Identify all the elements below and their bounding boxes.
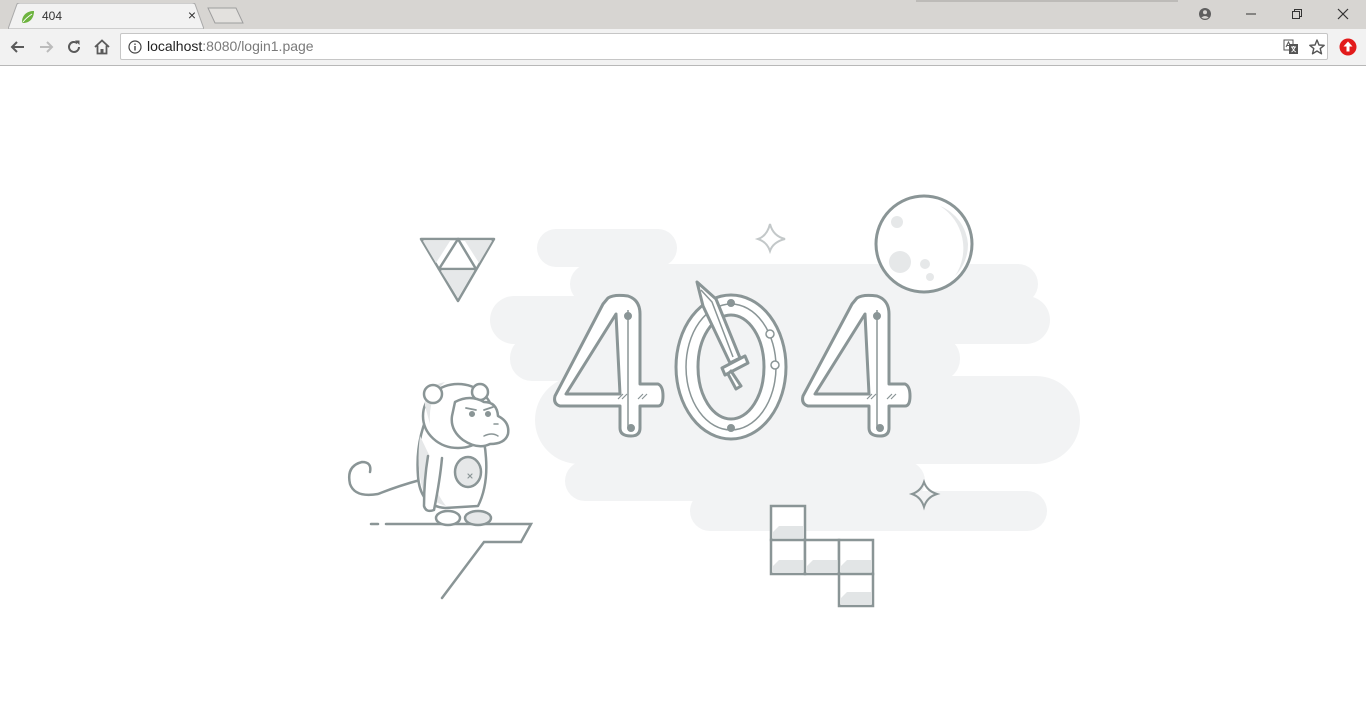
error-404-illustration: 404 [348,194,1080,608]
home-icon [94,39,110,55]
new-tab-button[interactable] [207,7,245,24]
tab-shape [8,3,204,29]
triangle-shape [419,237,496,303]
profile-icon[interactable] [1196,5,1214,23]
minimize-icon [1246,13,1256,15]
reload-icon [68,40,80,53]
back-button[interactable] [6,35,30,59]
address-bar[interactable]: localhost:8080/login1.page [120,33,1328,60]
spring-leaf-icon [22,11,34,23]
toolbar: localhost:8080/login1.page [0,29,1366,66]
home-button[interactable] [90,35,114,59]
browser-window: 404 × localhost:8080/login1.page [0,0,1366,723]
moon-shape [874,194,974,294]
tab-close-icon[interactable]: × [184,7,200,23]
sparkle-icon [754,223,786,255]
forward-button[interactable] [34,35,58,59]
close-window-button[interactable] [1320,0,1366,28]
close-icon [1337,8,1349,20]
url-host: localhost [147,38,203,54]
tab-title: 404 [42,9,63,23]
restore-button[interactable] [1274,0,1320,28]
minimize-button[interactable] [1228,0,1274,28]
tab-strip: 404 × [0,0,1366,29]
bookmark-star-icon[interactable] [1308,38,1326,56]
monkey-character [348,382,510,527]
page-content: 404 [0,66,1366,723]
reload-button[interactable] [62,35,86,59]
translate-icon[interactable] [1283,39,1299,55]
window-shadow [916,0,1178,2]
forward-arrow-icon [40,41,54,53]
url-path: :8080/login1.page [202,38,314,54]
extension-icon[interactable] [1338,37,1358,57]
cliff-ledge [369,522,534,600]
restore-icon [1292,9,1302,19]
back-arrow-icon [10,41,24,53]
url-text[interactable]: localhost:8080/login1.page [147,38,314,55]
tab-active[interactable]: 404 × [8,3,204,29]
site-info-icon[interactable] [128,40,142,54]
